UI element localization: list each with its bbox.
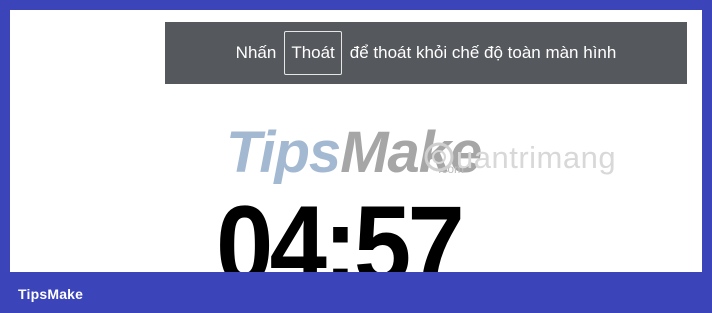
banner-prefix: Nhấn — [235, 43, 277, 62]
quantrimang-gear-icon — [424, 142, 454, 172]
frame: TipsMake .com uantrimang 04:57 Nhấn Thoá… — [0, 0, 712, 313]
brand-label: TipsMake — [18, 286, 84, 302]
fullscreen-page: TipsMake .com uantrimang 04:57 Nhấn Thoá… — [10, 10, 702, 272]
watermark-tips-text: Tips — [226, 120, 341, 185]
exit-fullscreen-button[interactable]: Thoát — [284, 31, 342, 75]
watermark-quantrimang-text: uantrimang — [456, 140, 617, 175]
watermark-logo: TipsMake .com uantrimang — [226, 122, 646, 192]
clock-display: 04:57 — [216, 183, 465, 273]
banner-suffix: để thoát khỏi chế độ toàn màn hình — [349, 43, 617, 62]
fullscreen-exit-banner: Nhấn Thoát để thoát khỏi chế độ toàn màn… — [165, 22, 687, 84]
